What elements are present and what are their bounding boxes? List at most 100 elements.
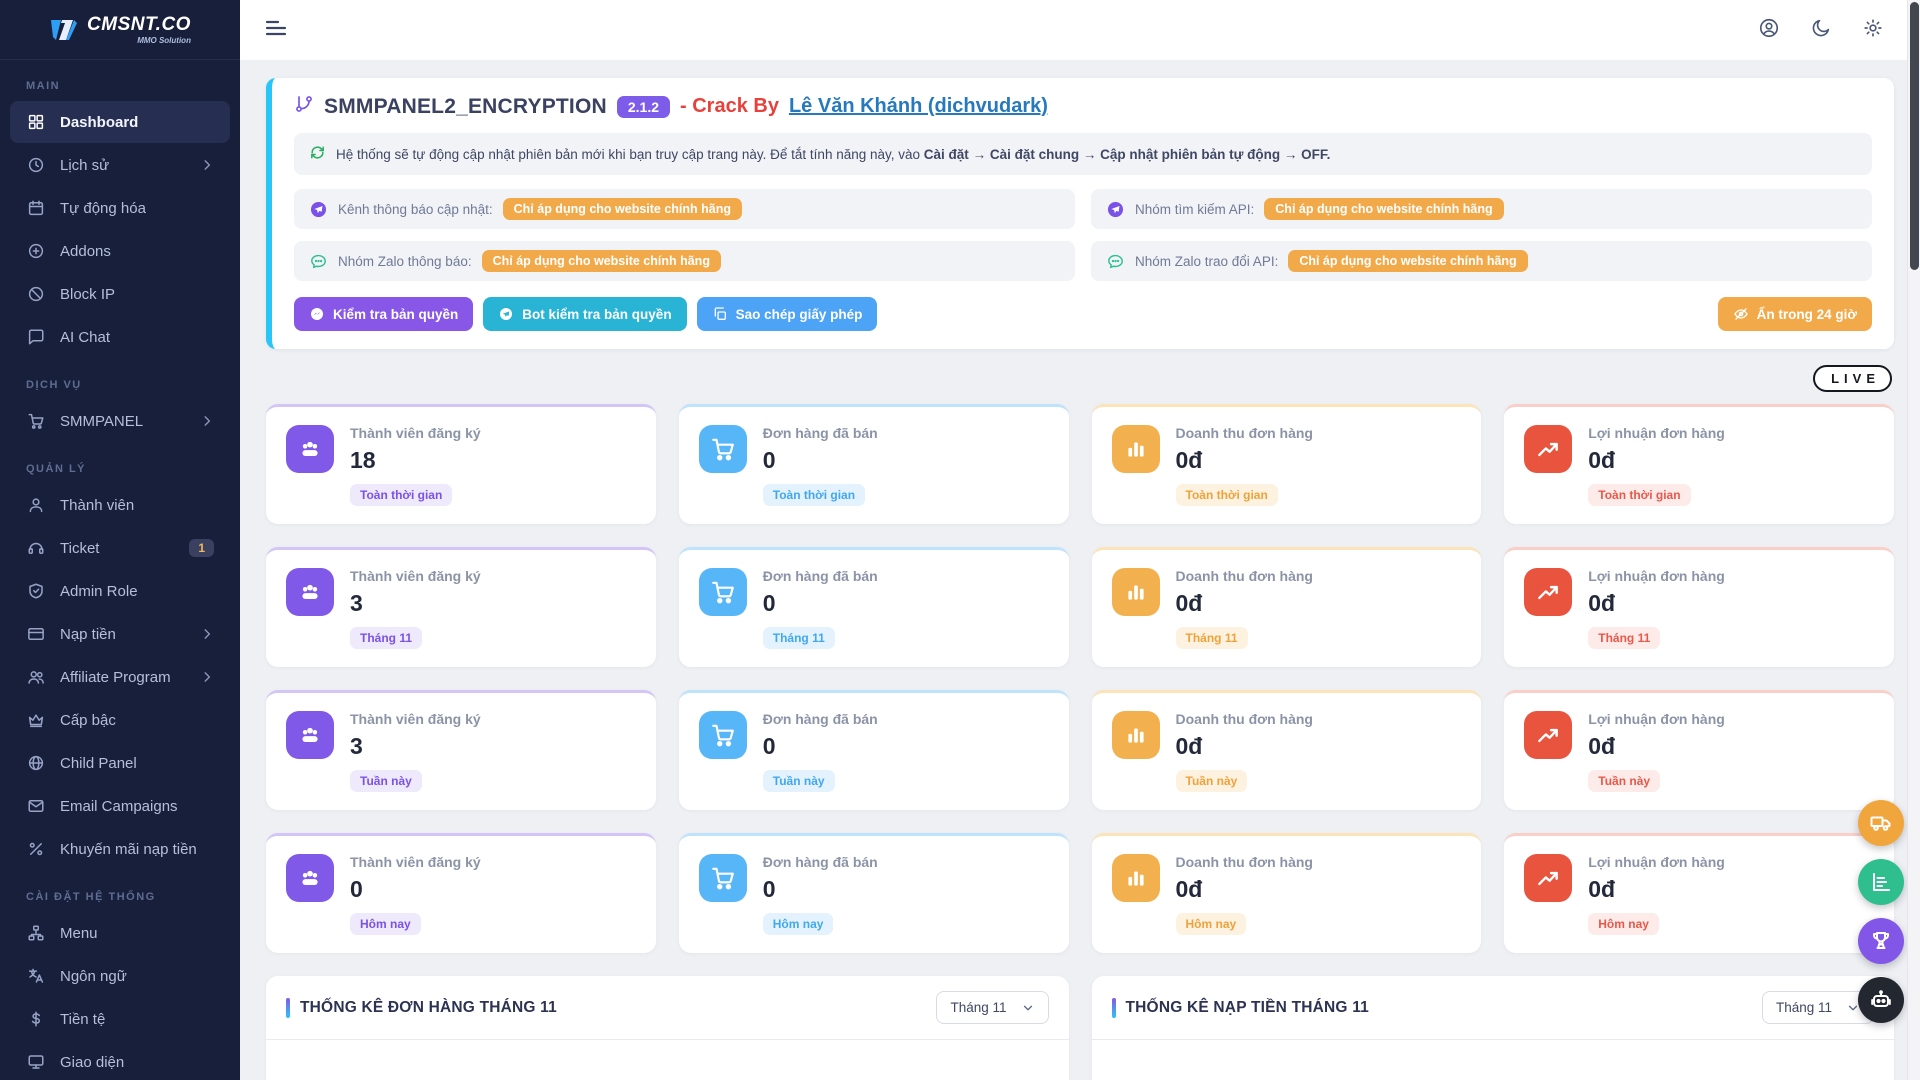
charts-row: THỐNG KÊ ĐƠN HÀNG THÁNG 11 Tháng 11 Khôn… [266, 976, 1894, 1080]
floating-buttons [1858, 800, 1904, 1023]
row-label: Nhóm tìm kiếm API: [1135, 202, 1254, 217]
settings-gear-icon[interactable] [1862, 17, 1884, 44]
hide-24h-button[interactable]: Ẩn trong 24 giờ [1718, 297, 1872, 331]
author-link[interactable]: Lê Văn Khánh (dichvudark) [789, 95, 1048, 118]
sidebar-item-child-panel[interactable]: Child Panel [10, 742, 230, 784]
sidebar-item-label: Ticket [60, 540, 175, 557]
sidebar-item-smmpanel[interactable]: SMMPANEL [10, 400, 230, 442]
cart-icon [26, 411, 46, 431]
sidebar-item-automation[interactable]: Tự động hóa [10, 187, 230, 229]
scrollbar-thumb[interactable] [1910, 2, 1919, 270]
license-banner: SMMPANEL2_ENCRYPTION 2.1.2 - Crack By Lê… [266, 78, 1894, 349]
sidebar-item-ai-chat[interactable]: AI Chat [10, 316, 230, 358]
sidebar-item-label: Tiền tệ [60, 1011, 214, 1028]
globe-icon [26, 753, 46, 773]
live-badge: LIVE [1813, 365, 1892, 392]
hamburger-menu-icon[interactable] [264, 16, 288, 45]
sidebar-item-label: Child Panel [60, 755, 214, 772]
vertical-scrollbar[interactable] [1907, 0, 1920, 1080]
dollar-icon [26, 1009, 46, 1029]
profile-icon[interactable] [1758, 17, 1780, 44]
chevron-down-icon [1021, 1001, 1035, 1015]
brand-logo-icon [49, 17, 79, 43]
sidebar-item-addons[interactable]: Addons [10, 230, 230, 272]
stat-card-profit-week: Lợi nhuận đơn hàng0đTuần này [1504, 690, 1894, 810]
sidebar-item-admin-role[interactable]: Admin Role [10, 570, 230, 612]
sidebar-item-promo[interactable]: Khuyến mãi nạp tiền [10, 828, 230, 870]
refresh-icon [309, 144, 326, 164]
stat-card-revenue-today: Doanh thu đơn hàng0đHôm nay [1092, 833, 1482, 953]
period-badge: Tháng 11 [763, 627, 835, 649]
users-icon [26, 667, 46, 687]
check-license-button[interactable]: Kiểm tra bản quyền [294, 297, 473, 331]
stat-card-members-alltime: Thành viên đăng ký18Toàn thời gian [266, 404, 656, 524]
chevron-right-icon [200, 158, 214, 172]
cart-icon [699, 568, 747, 616]
sidebar-item-label: Giao diện [60, 1054, 214, 1071]
row-label: Nhóm Zalo thông báo: [338, 254, 472, 269]
stat-card-orders-alltime: Đơn hàng đã bán0Toàn thời gian [679, 404, 1069, 524]
chevron-right-icon [200, 670, 214, 684]
sidebar-item-history[interactable]: Lịch sử [10, 144, 230, 186]
monitor-icon [26, 1052, 46, 1072]
chatbot-fab[interactable] [1858, 977, 1904, 1023]
brand-logo[interactable]: CMSNT.CO MMO Solution [0, 0, 240, 60]
sidebar-item-label: Lịch sử [60, 157, 186, 174]
period-badge: Tuần này [350, 770, 422, 792]
chevron-right-icon [200, 414, 214, 428]
stats-fab[interactable] [1858, 859, 1904, 905]
sidebar-item-affiliate[interactable]: Affiliate Program [10, 656, 230, 698]
deposits-chart-panel: THỐNG KÊ NẠP TIỀN THÁNG 11 Tháng 11 Khôn… [1092, 976, 1895, 1080]
history-icon [26, 155, 46, 175]
sidebar-item-language[interactable]: Ngôn ngữ [10, 955, 230, 997]
sidebar-item-label: Email Campaigns [60, 798, 214, 815]
sidebar-item-dashboard[interactable]: Dashboard [10, 101, 230, 143]
period-badge: Tháng 11 [1588, 627, 1660, 649]
zalo-chat-icon [1106, 252, 1125, 271]
period-badge: Tuần này [1588, 770, 1660, 792]
brand-name: CMSNT.CO [87, 15, 191, 34]
deposits-chart-title: THỐNG KÊ NẠP TIỀN THÁNG 11 [1126, 999, 1369, 1017]
trend-up-icon [1524, 854, 1572, 902]
period-badge: Tháng 11 [1176, 627, 1248, 649]
leaderboard-fab[interactable] [1858, 918, 1904, 964]
sidebar-item-label: AI Chat [60, 329, 214, 346]
bar-chart-icon [1112, 425, 1160, 473]
crack-by-text: - Crack By [680, 95, 779, 118]
official-only-badge: Chỉ áp dụng cho website chính hãng [503, 198, 742, 220]
notify-channel-row: Kênh thông báo cập nhật: Chỉ áp dụng cho… [294, 189, 1075, 229]
stat-card-revenue-alltime: Doanh thu đơn hàng0đToàn thời gian [1092, 404, 1482, 524]
sidebar-item-ticket[interactable]: Ticket 1 [10, 527, 230, 569]
sidebar-item-menu[interactable]: Menu [10, 912, 230, 954]
notice-text: Hệ thống sẽ tự động cập nhật phiên bản m… [336, 147, 920, 162]
delivery-truck-fab[interactable] [1858, 800, 1904, 846]
nav-section-management: QUẢN LÝ [0, 443, 240, 483]
sidebar-item-email-campaigns[interactable]: Email Campaigns [10, 785, 230, 827]
copy-license-button[interactable]: Sao chép giấy phép [697, 297, 878, 331]
stat-card-revenue-week: Doanh thu đơn hàng0đTuần này [1092, 690, 1482, 810]
sidebar-item-currency[interactable]: Tiền tệ [10, 998, 230, 1040]
credit-card-icon [26, 624, 46, 644]
dark-mode-moon-icon[interactable] [1810, 17, 1832, 44]
brand-subtitle: MMO Solution [137, 37, 191, 45]
row-label: Nhóm Zalo trao đổi API: [1135, 254, 1278, 269]
sidebar-item-label: Tự động hóa [60, 200, 214, 217]
period-badge: Hôm nay [763, 913, 834, 935]
stat-card-profit-today: Lợi nhuận đơn hàng0đHôm nay [1504, 833, 1894, 953]
bot-check-license-button[interactable]: Bot kiểm tra bản quyền [483, 297, 686, 331]
telegram-icon [309, 200, 328, 219]
mail-icon [26, 796, 46, 816]
sidebar-item-rank[interactable]: Cấp bậc [10, 699, 230, 741]
sidebar-item-theme[interactable]: Giao diện [10, 1041, 230, 1080]
orders-month-select[interactable]: Tháng 11 [936, 991, 1048, 1024]
stat-card-revenue-month: Doanh thu đơn hàng0đTháng 11 [1092, 547, 1482, 667]
period-badge: Hôm nay [350, 913, 421, 935]
sidebar-item-block-ip[interactable]: Block IP [10, 273, 230, 315]
sidebar: CMSNT.CO MMO Solution MAIN Dashboard Lịc… [0, 0, 240, 1080]
stat-card-orders-month: Đơn hàng đã bán0Tháng 11 [679, 547, 1069, 667]
page-content: SMMPANEL2_ENCRYPTION 2.1.2 - Crack By Lê… [240, 60, 1920, 1080]
copy-icon [712, 306, 728, 322]
sidebar-item-deposit[interactable]: Nạp tiền [10, 613, 230, 655]
sidebar-item-members[interactable]: Thành viên [10, 484, 230, 526]
zalo-api-row: Nhóm Zalo trao đổi API: Chỉ áp dụng cho … [1091, 241, 1872, 281]
